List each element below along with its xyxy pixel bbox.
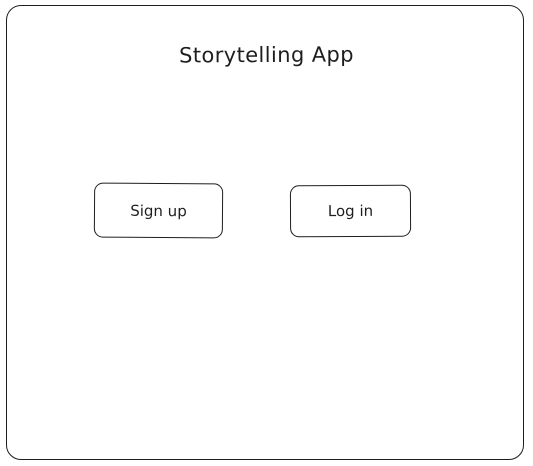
app-title: Storytelling App bbox=[179, 42, 354, 68]
app-frame bbox=[6, 5, 524, 460]
log-in-button[interactable]: Log in bbox=[289, 184, 412, 238]
sign-up-button[interactable]: Sign up bbox=[93, 182, 224, 239]
